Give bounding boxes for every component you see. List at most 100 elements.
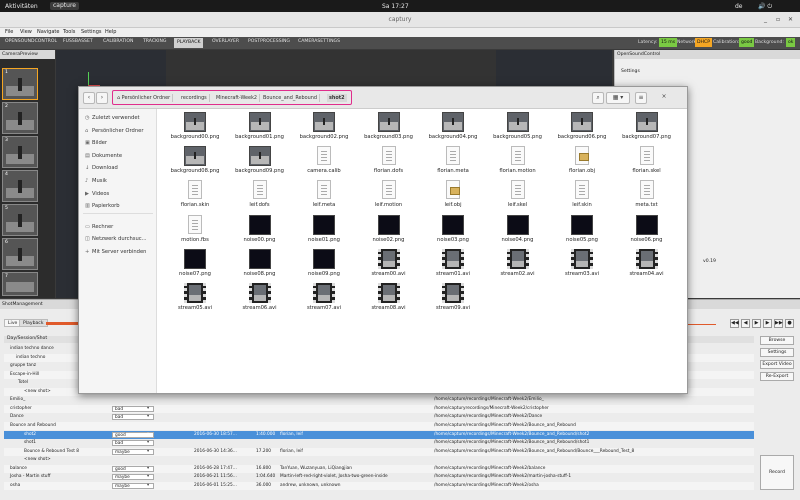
breadcrumb-recordings[interactable]: recordings <box>179 94 210 102</box>
app-menu[interactable]: capture <box>50 2 79 10</box>
chevron-down-icon[interactable]: ▾ <box>147 482 149 490</box>
file-item[interactable]: background09.png <box>229 146 291 178</box>
forward-icon[interactable]: › <box>96 92 108 104</box>
file-item[interactable]: background08.png <box>164 146 226 178</box>
tab-opensoundcontrol[interactable]: OPENSOUNDCONTROL <box>5 39 57 44</box>
file-item[interactable]: noise06.png <box>616 214 678 247</box>
breadcrumb-shot2[interactable]: shot2 <box>327 94 347 102</box>
export-video-button[interactable]: Export Video <box>760 360 794 369</box>
file-item[interactable]: camera.calib <box>293 146 355 178</box>
tab-tracking[interactable]: TRACKING <box>143 39 166 44</box>
clock[interactable]: Sa 17:27 <box>382 3 409 10</box>
camera-thumb[interactable]: 1 <box>2 68 38 100</box>
view-grid-icon[interactable]: ▦ ▾ <box>606 92 630 104</box>
chevron-down-icon[interactable]: ▾ <box>147 448 149 456</box>
file-item[interactable]: stream02.avi <box>487 248 549 281</box>
breadcrumb-minecraft-week2[interactable]: Minecraft-Week2 <box>214 94 261 102</box>
file-item[interactable]: florian.motion <box>487 146 549 178</box>
file-item[interactable]: leif.skin <box>551 180 613 212</box>
tab-calibration[interactable]: CALIBRATION <box>103 39 133 44</box>
file-item[interactable]: background02.png <box>293 112 355 144</box>
menu-help[interactable]: Help <box>105 29 116 35</box>
breadcrumb-home[interactable]: ⌂ Persönlicher Ordner <box>115 94 174 102</box>
file-item[interactable]: background00.png <box>164 112 226 144</box>
step-forward-icon[interactable]: ▶ <box>763 319 772 328</box>
table-row[interactable]: shot1 bad ▾/home/capture/recordings/Minecr… <box>4 439 754 447</box>
file-item[interactable]: florian.skel <box>616 146 678 178</box>
skip-forward-icon[interactable]: ▶▶ <box>774 319 783 328</box>
tab-camerasettings[interactable]: CAMERASETTINGS <box>298 39 340 44</box>
file-item[interactable]: background03.png <box>358 112 420 144</box>
file-item[interactable]: motion.fbs <box>164 214 226 247</box>
table-row[interactable]: Bounce and Rebound/home/capture/recordin… <box>4 421 754 430</box>
sidebar-item-clock[interactable]: ◷ Zuletzt verwendet <box>85 115 140 121</box>
file-item[interactable]: noise03.png <box>422 214 484 247</box>
sidebar-item-network[interactable]: ◫ Netzwerk durchsuc... <box>85 236 147 242</box>
camera-thumb[interactable]: 3 <box>2 136 38 168</box>
file-item[interactable]: leif.skel <box>487 180 549 212</box>
sidebar-item-home[interactable]: ⌂ Persönlicher Ordner <box>85 128 143 134</box>
record-button[interactable]: Record <box>760 455 794 490</box>
table-row[interactable]: Emilio_ /home/capture/recordings/Minecraf… <box>4 396 754 404</box>
camera-thumb[interactable]: 5 <box>2 204 38 236</box>
file-item[interactable]: background04.png <box>422 112 484 144</box>
file-item[interactable]: stream07.avi <box>293 283 355 315</box>
activities-button[interactable]: Aktivitäten <box>5 3 38 10</box>
browse-button[interactable]: Browse <box>760 336 794 345</box>
file-item[interactable]: noise01.png <box>293 214 355 247</box>
menu-tools[interactable]: Tools <box>63 29 75 35</box>
close-dialog-icon[interactable]: × <box>658 92 670 104</box>
file-item[interactable]: leif.dofs <box>229 180 291 212</box>
table-row[interactable]: shot2 good ▾ 2016-06-30 18:57... 1:40.000 flo… <box>4 430 754 439</box>
tab-fussbasset[interactable]: FUSSBASSET <box>63 39 93 44</box>
chevron-down-icon[interactable]: ▾ <box>147 439 149 447</box>
step-back-icon[interactable]: ◀ <box>741 319 750 328</box>
breadcrumb-bounce-and-rebound[interactable]: Bounce_and_Rebound <box>261 94 320 102</box>
file-item[interactable]: stream05.avi <box>164 283 226 315</box>
table-row[interactable]: cristopher bad ▾/home/capturyrecordings/Mi… <box>4 404 754 413</box>
file-item[interactable]: florian.obj <box>551 146 613 178</box>
table-row[interactable]: balance good ▾ 2016-06-28 17:47... 16.800 Tan… <box>4 464 754 473</box>
language-indicator[interactable]: de <box>735 3 743 10</box>
file-item[interactable]: stream06.avi <box>229 283 291 315</box>
file-item[interactable]: background05.png <box>487 112 549 144</box>
table-row[interactable]: Bounce & Rebound Test 8 maybe ▾ 2016-06-30 … <box>4 447 754 456</box>
camera-thumb[interactable]: 2 <box>2 102 38 134</box>
chevron-down-icon[interactable]: ▾ <box>147 405 149 413</box>
menu-settings[interactable]: Settings <box>81 29 102 35</box>
file-item[interactable]: florian.dofs <box>358 146 420 178</box>
sidebar-item-download[interactable]: ↓ Download <box>85 165 118 171</box>
file-item[interactable]: stream09.avi <box>422 283 484 315</box>
file-item[interactable]: leif.obj <box>422 180 484 212</box>
tab-playback-mode[interactable]: Playback <box>19 319 48 327</box>
camera-thumb[interactable]: 7 <box>2 272 38 296</box>
tab-overlayer[interactable]: OVERLAYER <box>212 39 239 44</box>
file-item[interactable]: stream00.avi <box>358 248 420 281</box>
file-item[interactable]: leif.meta <box>293 180 355 212</box>
sidebar-item-documents[interactable]: ▤ Dokumente <box>85 153 122 159</box>
menu-view[interactable]: View <box>20 29 32 35</box>
minimize-icon[interactable]: _ <box>764 16 767 23</box>
menu-icon[interactable]: ≡ <box>635 92 647 104</box>
sidebar-item-videos[interactable]: ▶ Videos <box>85 191 109 197</box>
chevron-down-icon[interactable]: ▾ <box>147 473 149 481</box>
sidebar-item-music[interactable]: ♪ Musik <box>85 178 107 184</box>
file-item[interactable]: stream04.avi <box>616 248 678 281</box>
sidebar-item-pictures[interactable]: ▣ Bilder <box>85 140 107 146</box>
file-item[interactable]: noise09.png <box>293 248 355 281</box>
file-item[interactable]: background01.png <box>229 112 291 144</box>
search-icon[interactable]: ⌕ <box>592 92 604 104</box>
file-item[interactable]: leif.motion <box>358 180 420 212</box>
table-row[interactable]: osha maybe ▾ 2016-06-01 15:25... 36.000 andre… <box>4 481 754 490</box>
chevron-down-icon[interactable]: ▾ <box>147 413 149 421</box>
file-item[interactable]: background06.png <box>551 112 613 144</box>
sidebar-item-server[interactable]: + Mit Server verbinden <box>85 249 146 255</box>
settings-button[interactable]: Settings <box>760 348 794 357</box>
skip-back-icon[interactable]: ◀◀ <box>730 319 739 328</box>
file-item[interactable]: noise04.png <box>487 214 549 247</box>
file-item[interactable]: meta.txt <box>616 180 678 212</box>
table-row[interactable]: Josha - Martin stuff maybe ▾ 2016-06-21 11:… <box>4 473 754 481</box>
record-dot-icon[interactable]: ● <box>785 319 794 328</box>
file-item[interactable]: background07.png <box>616 112 678 144</box>
file-item[interactable]: stream08.avi <box>358 283 420 315</box>
